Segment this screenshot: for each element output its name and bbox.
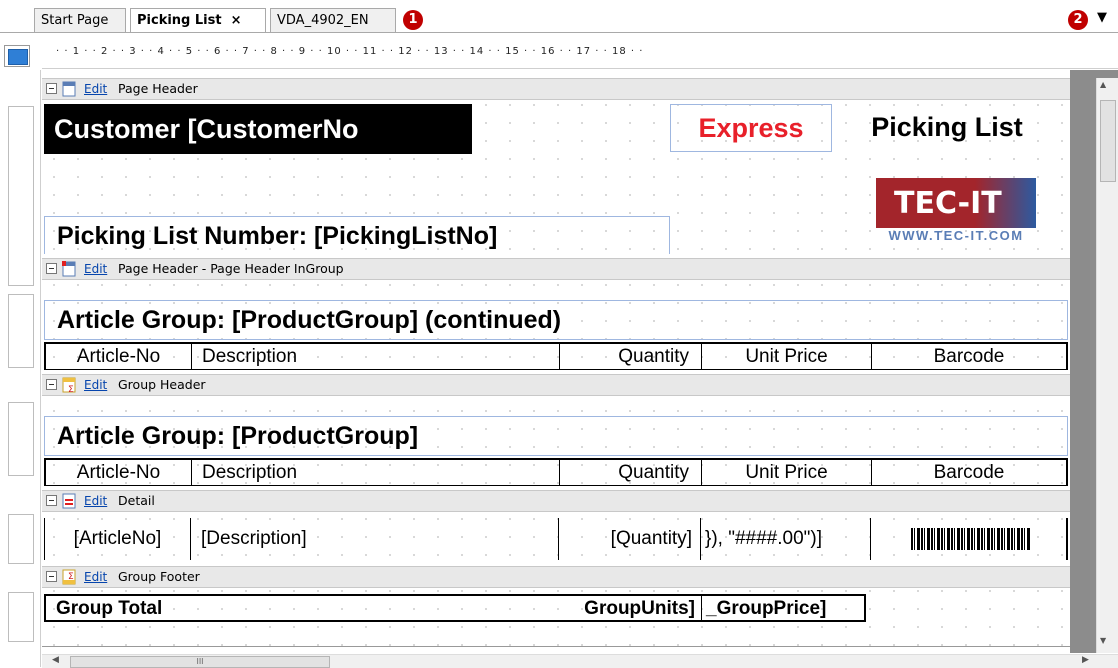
group-footer-icon: Σ	[62, 569, 76, 585]
column-header-row[interactable]: Article-No Description Quantity Unit Pri…	[44, 458, 1068, 486]
collapse-icon[interactable]	[46, 379, 57, 390]
detail-article-no[interactable]: [ArticleNo]	[45, 518, 191, 560]
ruler-segment-group-header	[8, 402, 34, 476]
tab-picking-list[interactable]: Picking List ×	[130, 8, 266, 33]
page-header-ingroup-icon	[62, 261, 76, 277]
picking-list-title[interactable]: Picking List	[836, 104, 1058, 152]
detail-unit-price[interactable]: }), "####.00")]	[701, 518, 871, 560]
detail-quantity[interactable]: [Quantity]	[559, 518, 701, 560]
scroll-down-icon[interactable]: ▼	[1100, 636, 1106, 645]
ruler-segment-footer	[8, 592, 34, 642]
customer-field[interactable]: Customer [CustomerNo	[44, 104, 472, 154]
collapse-icon[interactable]	[46, 83, 57, 94]
svg-text:Σ: Σ	[68, 572, 74, 582]
vertical-ruler	[0, 70, 41, 667]
band-title: Detail	[118, 493, 155, 508]
tab-label: VDA_4902_EN	[277, 13, 369, 28]
ruler-corner-button[interactable]	[4, 45, 30, 67]
band-group-footer[interactable]: Σ Edit Group Footer	[42, 566, 1070, 588]
detail-row[interactable]: [ArticleNo] [Description] [Quantity] }),…	[44, 518, 1068, 560]
collapse-icon[interactable]	[46, 263, 57, 274]
column-header-quantity: Quantity	[560, 344, 702, 369]
column-header-description: Description	[192, 344, 560, 369]
group-footer-row[interactable]: Group Total GroupUnits] _GroupPrice]	[44, 594, 866, 622]
group-units-field[interactable]: GroupUnits]	[560, 596, 702, 620]
scroll-left-icon[interactable]: ◀	[52, 655, 59, 665]
edit-link[interactable]: Edit	[84, 375, 107, 395]
band-page-header[interactable]: Edit Page Header	[42, 78, 1070, 100]
column-header-quantity: Quantity	[560, 460, 702, 485]
band-title: Group Header	[118, 377, 206, 392]
edit-link[interactable]: Edit	[84, 491, 107, 511]
band-title: Page Header - Page Header InGroup	[118, 261, 344, 276]
collapse-icon[interactable]	[46, 495, 57, 506]
edit-link[interactable]: Edit	[84, 79, 107, 99]
picking-number-field[interactable]: Picking List Number: [PickingListNo]	[44, 216, 670, 254]
close-icon[interactable]: ×	[231, 13, 242, 28]
svg-text:Σ: Σ	[68, 385, 74, 393]
tab-start-page[interactable]: Start Page	[34, 8, 126, 32]
scroll-up-icon[interactable]: ▲	[1100, 80, 1106, 89]
group-price-field[interactable]: _GroupPrice]	[702, 596, 864, 620]
edit-link[interactable]: Edit	[84, 567, 107, 587]
column-header-article-no: Article-No	[46, 460, 192, 485]
callout-badge-1: 1	[403, 10, 423, 30]
ruler-segment-page-header	[8, 106, 34, 286]
column-header-barcode: Barcode	[933, 462, 1005, 483]
band-detail[interactable]: Edit Detail	[42, 490, 1070, 512]
ruler-segment-detail	[8, 514, 34, 564]
article-group-continued[interactable]: Article Group: [ProductGroup] (continued…	[44, 300, 1068, 340]
scroll-right-icon[interactable]: ▶	[1082, 655, 1089, 665]
group-header-icon: Σ	[62, 377, 76, 393]
callout-badge-2: 2	[1068, 10, 1088, 30]
column-header-description: Description	[192, 460, 560, 485]
express-label[interactable]: Express	[670, 104, 832, 152]
column-header-row[interactable]: Article-No Description Quantity Unit Pri…	[44, 342, 1068, 370]
ruler-segment-ingroup	[8, 294, 34, 368]
tab-overflow-chevron-down-icon[interactable]: ▼	[1097, 10, 1107, 25]
tab-label: Start Page	[41, 13, 109, 28]
tab-label: Picking List	[137, 13, 222, 28]
horizontal-ruler: · · 1 · · 2 · · 3 · · 4 · · 5 · · 6 · · …	[42, 40, 1118, 69]
vertical-scroll-thumb[interactable]	[1100, 100, 1116, 182]
report-design-canvas[interactable]: Edit Page Header Customer [CustomerNo Ex…	[42, 78, 1070, 654]
article-group-header[interactable]: Article Group: [ProductGroup]	[44, 416, 1068, 456]
band-group-header[interactable]: Σ Edit Group Header	[42, 374, 1070, 396]
tec-it-logo[interactable]: TEC-IT WWW.TEC-IT.COM	[876, 178, 1036, 244]
page-bottom-line	[42, 646, 1070, 647]
vertical-scrollbar[interactable]: ▲ ▼	[1096, 78, 1118, 653]
tab-divider	[0, 32, 1118, 33]
column-header-unit-price: Unit Price	[702, 460, 872, 485]
ruler-ticks: · · 1 · · 2 · · 3 · · 4 · · 5 · · 6 · · …	[56, 46, 644, 57]
logo-url: WWW.TEC-IT.COM	[888, 228, 1024, 243]
column-header-article-no: Article-No	[46, 344, 192, 369]
horizontal-scrollbar[interactable]: ◀ III ▶	[42, 654, 1118, 668]
column-header-unit-price: Unit Price	[702, 344, 872, 369]
band-page-header-ingroup[interactable]: Edit Page Header - Page Header InGroup	[42, 258, 1070, 280]
tab-vda-4902-en[interactable]: VDA_4902_EN	[270, 8, 396, 32]
edit-link[interactable]: Edit	[84, 259, 107, 279]
horizontal-scroll-thumb[interactable]: III	[70, 656, 330, 668]
detail-description[interactable]: [Description]	[191, 518, 559, 560]
detail-icon	[62, 493, 76, 509]
column-header-barcode: Barcode	[933, 346, 1005, 367]
collapse-icon[interactable]	[46, 571, 57, 582]
group-total-label[interactable]: Group Total	[46, 596, 560, 620]
page-header-icon	[62, 81, 76, 97]
barcode-image[interactable]	[911, 528, 1031, 550]
band-title: Group Footer	[118, 569, 200, 584]
logo-text: TEC-IT	[894, 186, 1002, 221]
band-title: Page Header	[118, 81, 198, 96]
